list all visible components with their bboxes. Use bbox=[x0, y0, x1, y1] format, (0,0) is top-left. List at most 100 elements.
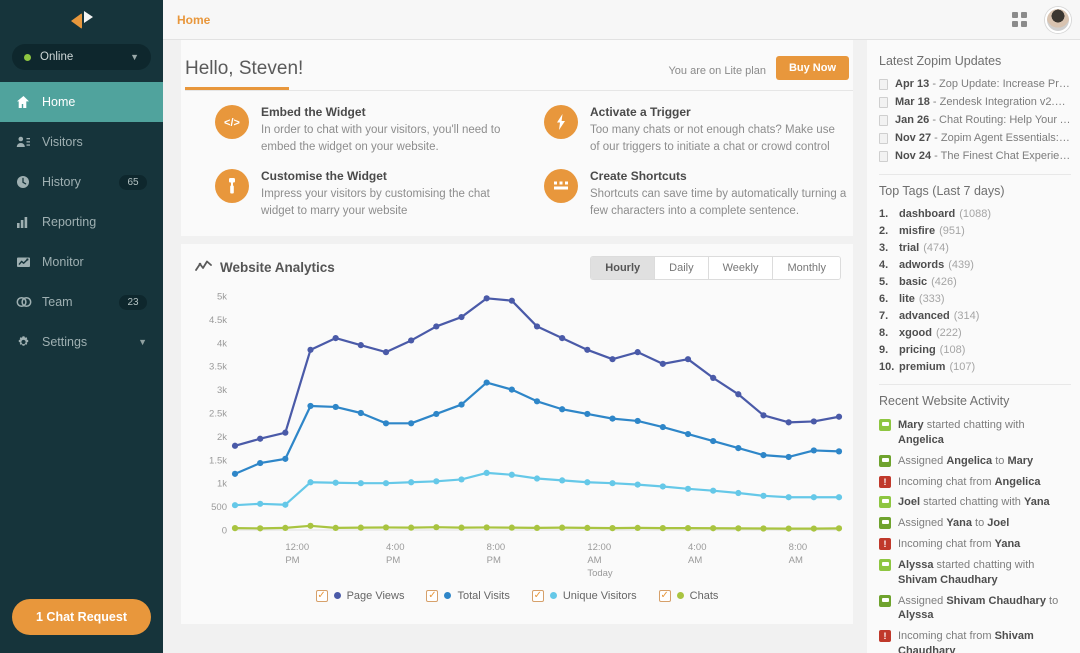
update-item[interactable]: Mar 18 - Zendesk Integration v2.0 - ... bbox=[879, 93, 1071, 111]
activity-item[interactable]: Alyssa started chatting with Shivam Chau… bbox=[879, 555, 1071, 591]
data-point[interactable] bbox=[282, 429, 289, 436]
data-point[interactable] bbox=[433, 523, 440, 530]
data-point[interactable] bbox=[408, 337, 415, 344]
data-point[interactable] bbox=[760, 411, 767, 419]
data-point[interactable] bbox=[835, 447, 843, 455]
data-point[interactable] bbox=[257, 459, 264, 466]
tag-item[interactable]: 6. lite (333) bbox=[879, 290, 1071, 307]
data-point[interactable] bbox=[508, 386, 515, 393]
data-point[interactable] bbox=[357, 409, 364, 416]
data-point[interactable] bbox=[634, 481, 641, 488]
data-point[interactable] bbox=[684, 485, 692, 492]
data-point[interactable] bbox=[408, 524, 415, 531]
data-point[interactable] bbox=[710, 524, 717, 532]
activity-item[interactable]: ! Incoming chat from Angelica bbox=[879, 472, 1071, 493]
user-avatar[interactable] bbox=[1045, 6, 1071, 33]
data-point[interactable] bbox=[257, 524, 264, 532]
feature-card[interactable]: Create Shortcuts Shortcuts can save time … bbox=[544, 169, 847, 219]
data-point[interactable] bbox=[483, 294, 490, 302]
data-point[interactable] bbox=[559, 524, 566, 531]
data-point[interactable] bbox=[609, 415, 616, 422]
data-point[interactable] bbox=[785, 453, 792, 460]
sidebar-item-reporting[interactable]: Reporting bbox=[0, 202, 163, 242]
data-point[interactable] bbox=[382, 348, 390, 355]
data-point[interactable] bbox=[609, 524, 616, 531]
buy-now-button[interactable]: Buy Now bbox=[775, 56, 849, 80]
data-point[interactable] bbox=[810, 418, 817, 425]
data-point[interactable] bbox=[508, 524, 515, 531]
legend-item-page-views[interactable]: ✓ Page Views bbox=[315, 589, 404, 602]
legend-item-chats[interactable]: ✓ Chats bbox=[658, 589, 718, 602]
data-point[interactable] bbox=[609, 355, 616, 362]
data-point[interactable] bbox=[533, 475, 541, 482]
tab-weekly[interactable]: Weekly bbox=[708, 256, 774, 279]
legend-checkbox[interactable]: ✓ bbox=[658, 589, 671, 602]
data-point[interactable] bbox=[584, 478, 591, 486]
data-point[interactable] bbox=[735, 390, 742, 398]
data-point[interactable] bbox=[684, 355, 692, 362]
data-point[interactable] bbox=[458, 313, 465, 320]
data-point[interactable] bbox=[357, 524, 364, 531]
data-point[interactable] bbox=[508, 471, 515, 478]
tag-item[interactable]: 10. premium (107) bbox=[879, 358, 1071, 375]
logo[interactable] bbox=[0, 0, 163, 42]
data-point[interactable] bbox=[584, 524, 591, 531]
tab-hourly[interactable]: Hourly bbox=[591, 256, 656, 279]
update-item[interactable]: Jan 26 - Chat Routing: Help Your Ag... bbox=[879, 111, 1071, 129]
data-point[interactable] bbox=[533, 323, 541, 330]
data-point[interactable] bbox=[483, 379, 490, 386]
legend-item-total-visits[interactable]: ✓ Total Visits bbox=[426, 589, 510, 602]
breadcrumb[interactable]: Home bbox=[177, 13, 210, 27]
update-item[interactable]: Apr 13 - Zop Update: Increase Proac... bbox=[879, 75, 1071, 93]
update-item[interactable]: Nov 24 - The Finest Chat Experience... bbox=[879, 147, 1071, 165]
data-point[interactable] bbox=[559, 476, 566, 484]
data-point[interactable] bbox=[231, 501, 239, 508]
data-point[interactable] bbox=[810, 525, 817, 532]
sidebar-item-monitor[interactable]: Monitor bbox=[0, 242, 163, 282]
data-point[interactable] bbox=[609, 479, 616, 486]
data-point[interactable] bbox=[735, 524, 742, 532]
data-point[interactable] bbox=[533, 524, 541, 531]
data-point[interactable] bbox=[433, 410, 440, 417]
data-point[interactable] bbox=[659, 360, 666, 367]
data-point[interactable] bbox=[559, 334, 566, 341]
data-point[interactable] bbox=[508, 297, 515, 304]
tag-item[interactable]: 5. basic (426) bbox=[879, 273, 1071, 290]
data-point[interactable] bbox=[231, 442, 239, 449]
data-point[interactable] bbox=[458, 524, 465, 531]
sidebar-item-visitors[interactable]: Visitors bbox=[0, 122, 163, 162]
activity-item[interactable]: Mary started chatting with Angelica bbox=[879, 415, 1071, 451]
update-item[interactable]: Nov 27 - Zopim Agent Essentials: An... bbox=[879, 129, 1071, 147]
data-point[interactable] bbox=[710, 374, 717, 381]
data-point[interactable] bbox=[634, 417, 641, 424]
sidebar-item-settings[interactable]: Settings ▼ bbox=[0, 322, 163, 362]
chat-request-button[interactable]: 1 Chat Request bbox=[12, 599, 151, 635]
data-point[interactable] bbox=[357, 341, 364, 348]
data-point[interactable] bbox=[282, 501, 289, 508]
data-point[interactable] bbox=[231, 524, 239, 531]
data-point[interactable] bbox=[433, 323, 440, 330]
data-point[interactable] bbox=[332, 524, 339, 531]
data-point[interactable] bbox=[584, 410, 591, 417]
data-point[interactable] bbox=[382, 524, 390, 531]
data-point[interactable] bbox=[382, 419, 390, 427]
data-point[interactable] bbox=[458, 401, 465, 408]
legend-checkbox[interactable]: ✓ bbox=[531, 589, 544, 602]
data-point[interactable] bbox=[659, 524, 666, 531]
tag-item[interactable]: 9. pricing (108) bbox=[879, 341, 1071, 358]
activity-item[interactable]: Assigned Shivam Chaudhary to Alyssa bbox=[879, 591, 1071, 627]
tag-item[interactable]: 7. advanced (314) bbox=[879, 307, 1071, 324]
data-point[interactable] bbox=[735, 444, 742, 451]
data-point[interactable] bbox=[282, 524, 289, 531]
feature-card[interactable]: </> Embed the Widget In order to chat with… bbox=[215, 105, 518, 155]
data-point[interactable] bbox=[785, 418, 792, 426]
sidebar-item-history[interactable]: History 65 bbox=[0, 162, 163, 202]
data-point[interactable] bbox=[735, 489, 742, 496]
activity-item[interactable]: ! Incoming chat from Yana bbox=[879, 534, 1071, 555]
data-point[interactable] bbox=[357, 479, 364, 486]
data-point[interactable] bbox=[408, 419, 415, 427]
data-point[interactable] bbox=[257, 435, 264, 442]
activity-item[interactable]: ! Incoming chat from Shivam Chaudhary bbox=[879, 626, 1071, 653]
data-point[interactable] bbox=[785, 493, 792, 501]
legend-item-unique-visitors[interactable]: ✓ Unique Visitors bbox=[531, 589, 637, 602]
